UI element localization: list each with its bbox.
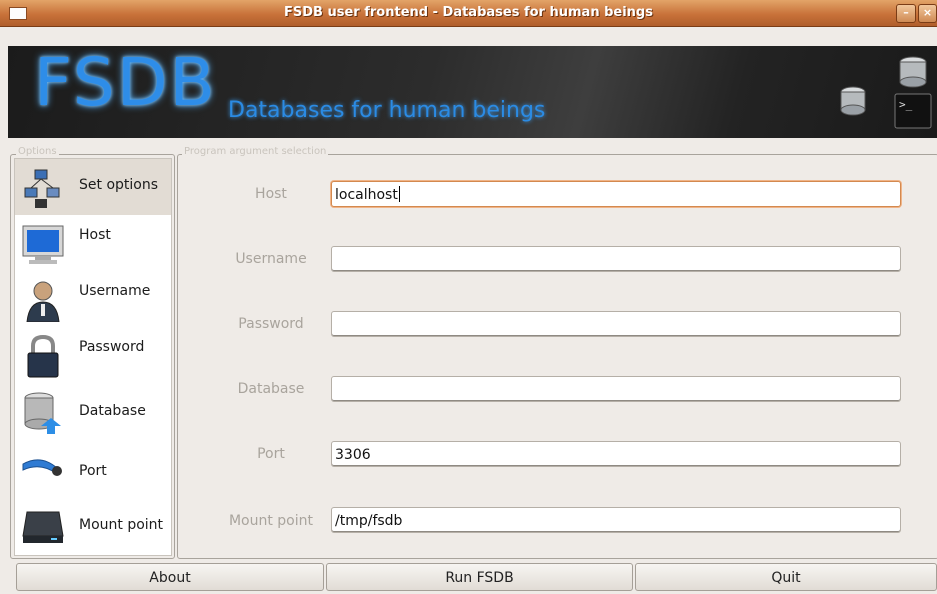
- sidebar-item-label: Database: [79, 403, 146, 419]
- logo: FSDB: [34, 44, 217, 121]
- options-legend: Options: [16, 146, 59, 157]
- sidebar-item-password[interactable]: Password: [15, 327, 171, 383]
- arguments-legend: Program argument selection: [182, 146, 329, 157]
- sidebar-item-mount-point[interactable]: Mount point: [15, 495, 171, 551]
- padlock-icon: [27, 334, 59, 378]
- svg-text:>_: >_: [899, 98, 913, 111]
- sidebar-item-set-options[interactable]: Set options: [15, 159, 171, 215]
- sidebar-item-label: Password: [79, 339, 145, 355]
- network-settings-icon: [24, 169, 60, 208]
- host-label: Host: [255, 186, 287, 202]
- sidebar-item-database[interactable]: Database: [15, 383, 171, 439]
- sidebar-item-label: Port: [79, 463, 107, 479]
- close-button[interactable]: ×: [918, 4, 937, 23]
- sidebar-item-label: Username: [79, 283, 151, 299]
- password-input[interactable]: [331, 311, 901, 337]
- sidebar-item-username[interactable]: Username: [15, 271, 171, 327]
- run-fsdb-button[interactable]: Run FSDB: [326, 563, 633, 591]
- sidebar-item-host[interactable]: Host: [15, 215, 171, 271]
- monitor-icon: [22, 225, 64, 264]
- hard-drive-icon: [22, 511, 64, 543]
- port-label: Port: [257, 446, 285, 462]
- sidebar-item-label: Set options: [79, 177, 159, 193]
- banner: FSDB Databases for human beings >_: [8, 44, 937, 138]
- database-input[interactable]: [331, 376, 901, 402]
- username-label: Username: [235, 251, 307, 267]
- minimize-button[interactable]: –: [896, 4, 916, 23]
- user-icon: [26, 281, 60, 322]
- database-stack-icon: >_: [840, 56, 932, 129]
- database-icon: [24, 392, 61, 434]
- mount-point-label: Mount point: [228, 513, 314, 529]
- sidebar-item-label: Host: [79, 227, 111, 243]
- quit-button[interactable]: Quit: [635, 563, 937, 591]
- sidebar-item-label: Mount point: [79, 517, 164, 533]
- sidebar-item-port[interactable]: Port: [15, 439, 171, 495]
- database-label: Database: [237, 381, 305, 397]
- about-button[interactable]: About: [16, 563, 324, 591]
- window-title: FSDB user frontend - Databases for human…: [284, 5, 653, 20]
- password-label: Password: [238, 316, 304, 332]
- network-port-icon: [22, 459, 62, 476]
- port-input[interactable]: 3306: [331, 441, 901, 467]
- title-bar[interactable]: FSDB user frontend - Databases for human…: [0, 0, 937, 27]
- options-list[interactable]: Set options Host Username Password Datab…: [14, 158, 172, 556]
- arguments-frame: [177, 154, 937, 559]
- tagline: Databases for human beings: [228, 98, 546, 123]
- text-caret: [398, 186, 400, 202]
- username-input[interactable]: [331, 246, 901, 272]
- host-value: localhost: [335, 187, 398, 203]
- host-input[interactable]: localhost: [331, 181, 901, 207]
- mount-point-input[interactable]: /tmp/fsdb: [331, 507, 901, 533]
